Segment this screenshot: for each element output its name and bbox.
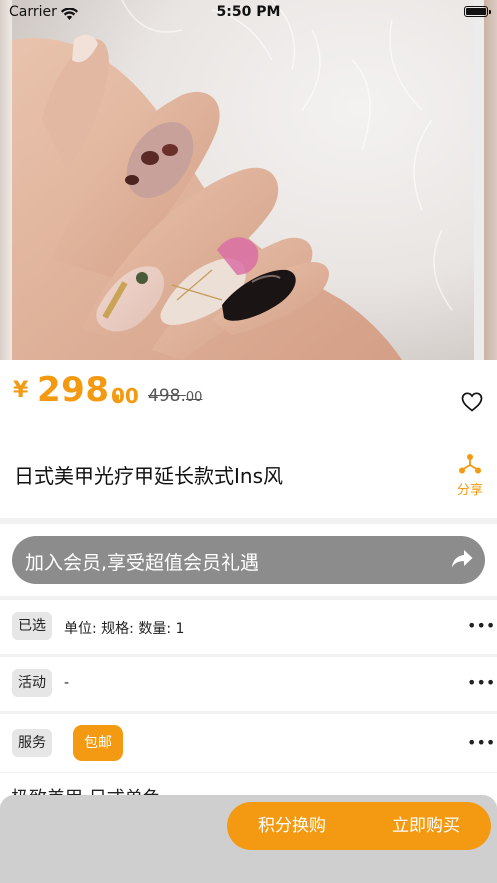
selected-tag: 已选 bbox=[12, 612, 52, 640]
next-image-peek bbox=[484, 0, 497, 360]
join-member-banner[interactable]: 加入会员,享受超值会员礼遇 bbox=[12, 536, 485, 584]
clock: 5:50 PM bbox=[216, 4, 281, 20]
favorite-heart-icon[interactable] bbox=[461, 392, 483, 416]
share-button[interactable]: 分享 bbox=[453, 454, 487, 498]
purchase-button-group: 积分换购 立即购买 bbox=[227, 802, 491, 850]
more-service-icon[interactable]: ••• bbox=[467, 733, 495, 752]
member-banner-text: 加入会员,享受超值会员礼遇 bbox=[25, 552, 260, 574]
battery-icon bbox=[464, 6, 488, 17]
points-exchange-button[interactable]: 积分换购 bbox=[227, 802, 357, 850]
previous-image-peek bbox=[0, 0, 12, 360]
selected-options-text: 单位: 规格: 数量: 1 bbox=[64, 621, 185, 637]
battery-tip bbox=[489, 10, 491, 14]
activity-row[interactable] bbox=[0, 657, 497, 711]
free-shipping-badge: 包邮 bbox=[73, 725, 123, 761]
original-price-decimal: 00 bbox=[185, 390, 203, 405]
original-price-integer: 498. bbox=[148, 386, 186, 406]
more-activity-icon[interactable]: ••• bbox=[467, 673, 495, 692]
activity-tag: 活动 bbox=[12, 669, 52, 697]
share-label: 分享 bbox=[456, 483, 483, 498]
product-photo bbox=[12, 0, 474, 360]
buy-now-button[interactable]: 立即购买 bbox=[361, 802, 491, 850]
status-bar: Carrier 5:50 PM bbox=[0, 0, 497, 26]
product-image-carousel[interactable] bbox=[0, 0, 497, 360]
activity-text: - bbox=[64, 675, 70, 691]
product-title: 日式美甲光疗甲延长款式Ins风 bbox=[14, 464, 283, 488]
service-tag: 服务 bbox=[12, 729, 52, 757]
price-integer: 298. bbox=[37, 370, 123, 410]
share-icon bbox=[459, 454, 481, 478]
price-decimal: 00 bbox=[111, 384, 139, 408]
share-arrow-icon bbox=[451, 549, 473, 573]
original-price: 498.00 bbox=[148, 386, 202, 406]
more-options-icon[interactable]: ••• bbox=[467, 616, 495, 635]
price-currency: ¥ bbox=[13, 378, 29, 403]
